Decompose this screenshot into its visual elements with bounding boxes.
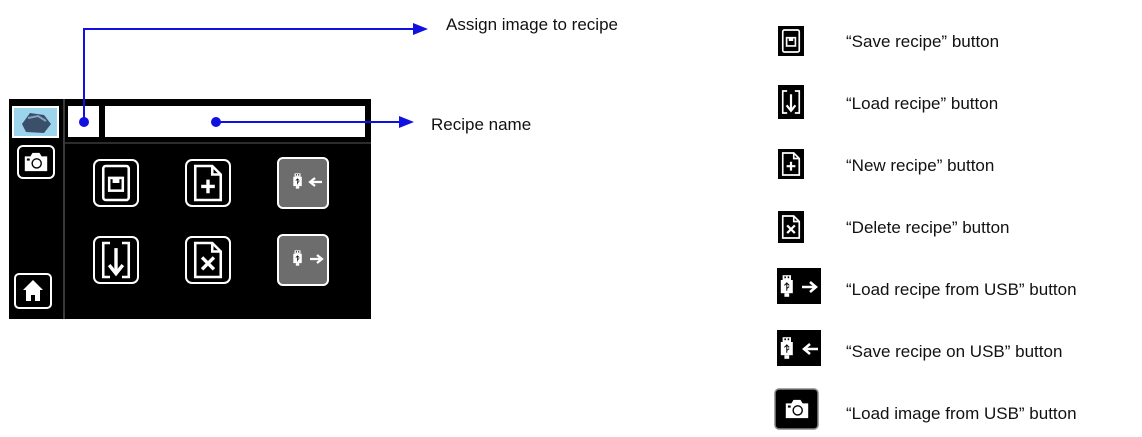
legend-new-label: “New recipe” button <box>846 156 995 175</box>
legend-camera-icon <box>774 388 819 430</box>
legend-usb-load-icon <box>777 268 821 304</box>
legend-load-label: “Load recipe” button <box>846 94 999 113</box>
new-recipe-button[interactable] <box>185 159 231 207</box>
arrowhead-icon <box>413 23 428 35</box>
legend-save-icon <box>778 26 804 56</box>
legend-load-icon <box>778 85 804 119</box>
ui-screen <box>9 99 371 319</box>
legend-camera-label: “Load image from USB” button <box>846 404 1077 423</box>
legend-icons <box>774 26 821 430</box>
sidebar-camera-button[interactable] <box>17 145 55 179</box>
assign-image-label: Assign image to recipe <box>446 15 618 34</box>
recipe-name-label: Recipe name <box>431 115 532 134</box>
legend-usb-save-icon <box>777 330 821 366</box>
home-button[interactable] <box>14 273 52 309</box>
delete-recipe-button[interactable] <box>185 236 231 284</box>
load-recipe-button[interactable] <box>93 236 139 284</box>
save-usb-button[interactable] <box>277 157 329 209</box>
legend-delete-label: “Delete recipe” button <box>846 218 1010 237</box>
legend-usb-load-label: “Load recipe from USB” button <box>846 280 1077 299</box>
legend-delete-icon <box>778 211 804 243</box>
legend-new-icon <box>778 149 804 179</box>
legend-usb-save-label: “Save recipe on USB” button <box>846 342 1063 361</box>
load-usb-button[interactable] <box>277 234 329 286</box>
arrowhead-icon <box>399 116 414 128</box>
recipe-image-thumbnail[interactable] <box>12 106 59 138</box>
legend-save-label: “Save recipe” button <box>846 32 1000 51</box>
diagram: Assign image to recipe Recipe name “Save… <box>0 0 1142 432</box>
diagram-canvas <box>9 23 821 430</box>
save-recipe-button[interactable] <box>93 159 139 207</box>
